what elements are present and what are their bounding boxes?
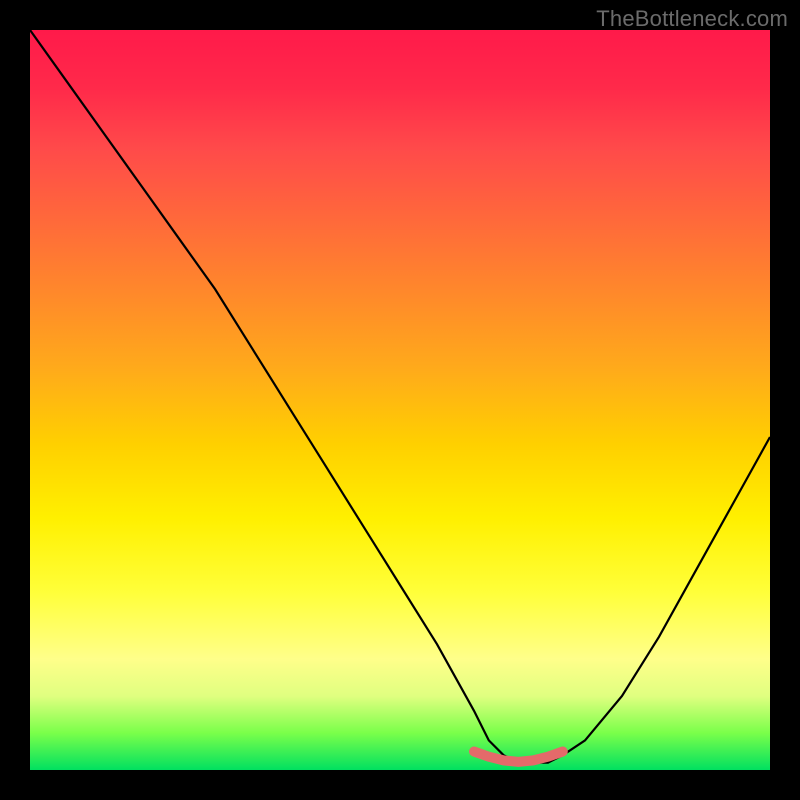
curve-svg — [30, 30, 770, 770]
chart-container: TheBottleneck.com — [0, 0, 800, 800]
highlight-band — [474, 752, 563, 762]
plot-area — [30, 30, 770, 770]
bottleneck-curve — [30, 30, 770, 763]
watermark-text: TheBottleneck.com — [596, 6, 788, 32]
